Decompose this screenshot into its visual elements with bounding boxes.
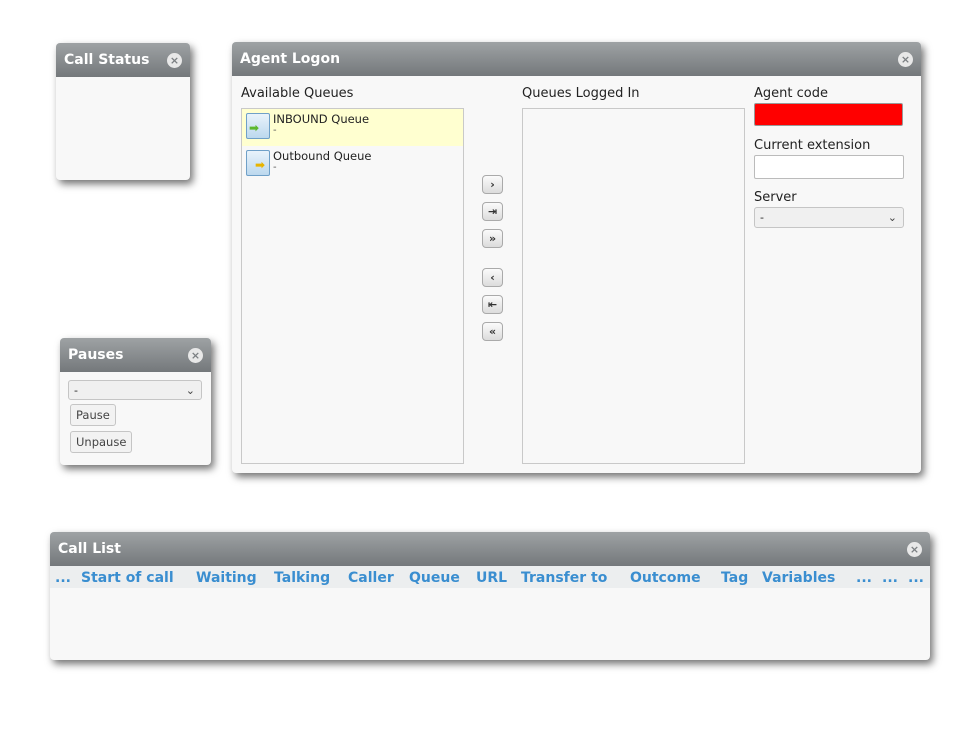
- column-header-caller[interactable]: Caller: [348, 570, 394, 586]
- column-header-queue[interactable]: Queue: [409, 570, 460, 586]
- server-select[interactable]: - ⌄: [754, 207, 904, 228]
- queues-logged-in-label: Queues Logged In: [522, 86, 640, 101]
- move-left-button[interactable]: ‹: [482, 268, 503, 287]
- column-header-variables[interactable]: Variables: [762, 570, 835, 586]
- server-select-value: -: [760, 211, 764, 224]
- column-header-more[interactable]: ...: [55, 570, 71, 586]
- pause-reason-select[interactable]: - ⌄: [68, 380, 202, 400]
- call-list-header: Call List ×: [50, 532, 930, 566]
- close-icon[interactable]: ×: [188, 347, 203, 363]
- move-all-right-button[interactable]: »: [482, 229, 503, 248]
- queue-login-icon: ➡: [246, 113, 270, 139]
- move-right-button[interactable]: ›: [482, 175, 503, 194]
- pauses-title: Pauses: [68, 347, 124, 363]
- column-header-outcome[interactable]: Outcome: [630, 570, 701, 586]
- call-status-panel: Call Status ×: [56, 43, 190, 180]
- queue-sub: -: [273, 125, 277, 136]
- agent-logon-title: Agent Logon: [240, 51, 341, 67]
- column-header-transfer-to[interactable]: Transfer to: [521, 570, 607, 586]
- agent-code-field[interactable]: [754, 103, 903, 126]
- column-header-more[interactable]: ...: [908, 570, 924, 586]
- queue-sub: -: [273, 162, 277, 173]
- close-icon[interactable]: ×: [167, 52, 182, 68]
- pause-button[interactable]: Pause: [70, 404, 116, 426]
- column-header-waiting[interactable]: Waiting: [196, 570, 257, 586]
- queue-item-outbound[interactable]: ➡ Outbound Queue -: [242, 146, 463, 183]
- available-queues-label: Available Queues: [241, 86, 354, 101]
- move-all-left-button[interactable]: «: [482, 322, 503, 341]
- server-label: Server: [754, 190, 797, 205]
- column-header-tag[interactable]: Tag: [721, 570, 748, 586]
- available-queues-list[interactable]: ➡ INBOUND Queue - ➡ Outbound Queue -: [241, 108, 464, 464]
- agent-code-label: Agent code: [754, 86, 828, 101]
- call-status-title: Call Status: [64, 52, 150, 68]
- agent-logon-header: Agent Logon ×: [232, 42, 921, 76]
- queue-name: Outbound Queue: [273, 149, 372, 163]
- close-icon[interactable]: ×: [907, 541, 922, 557]
- current-extension-label: Current extension: [754, 138, 871, 153]
- column-header-talking[interactable]: Talking: [274, 570, 330, 586]
- queue-name: INBOUND Queue: [273, 112, 370, 126]
- unpause-button[interactable]: Unpause: [70, 431, 133, 453]
- move-right-end-button[interactable]: ⇥: [482, 202, 503, 221]
- chevron-down-icon: ⌄: [887, 211, 897, 224]
- current-extension-field[interactable]: [754, 155, 904, 179]
- call-status-header: Call Status ×: [56, 43, 190, 77]
- queue-logout-icon: ➡: [246, 150, 270, 176]
- call-list-panel: Call List × ... Start of call Waiting Ta…: [50, 532, 930, 660]
- queue-item-inbound[interactable]: ➡ INBOUND Queue -: [242, 109, 463, 146]
- column-header-more[interactable]: ...: [882, 570, 898, 586]
- call-list-title: Call List: [58, 541, 121, 557]
- queues-logged-in-list[interactable]: [522, 108, 745, 464]
- close-icon[interactable]: ×: [898, 51, 913, 67]
- column-header-url[interactable]: URL: [476, 570, 507, 586]
- column-header-start-of-call[interactable]: Start of call: [81, 570, 174, 586]
- call-list-column-headers: ... Start of call Waiting Talking Caller…: [50, 566, 930, 588]
- move-left-end-button[interactable]: ⇤: [482, 295, 503, 314]
- column-header-more[interactable]: ...: [856, 570, 872, 586]
- pause-reason-value: -: [74, 384, 78, 397]
- pauses-header: Pauses ×: [60, 338, 211, 372]
- chevron-down-icon: ⌄: [185, 384, 195, 397]
